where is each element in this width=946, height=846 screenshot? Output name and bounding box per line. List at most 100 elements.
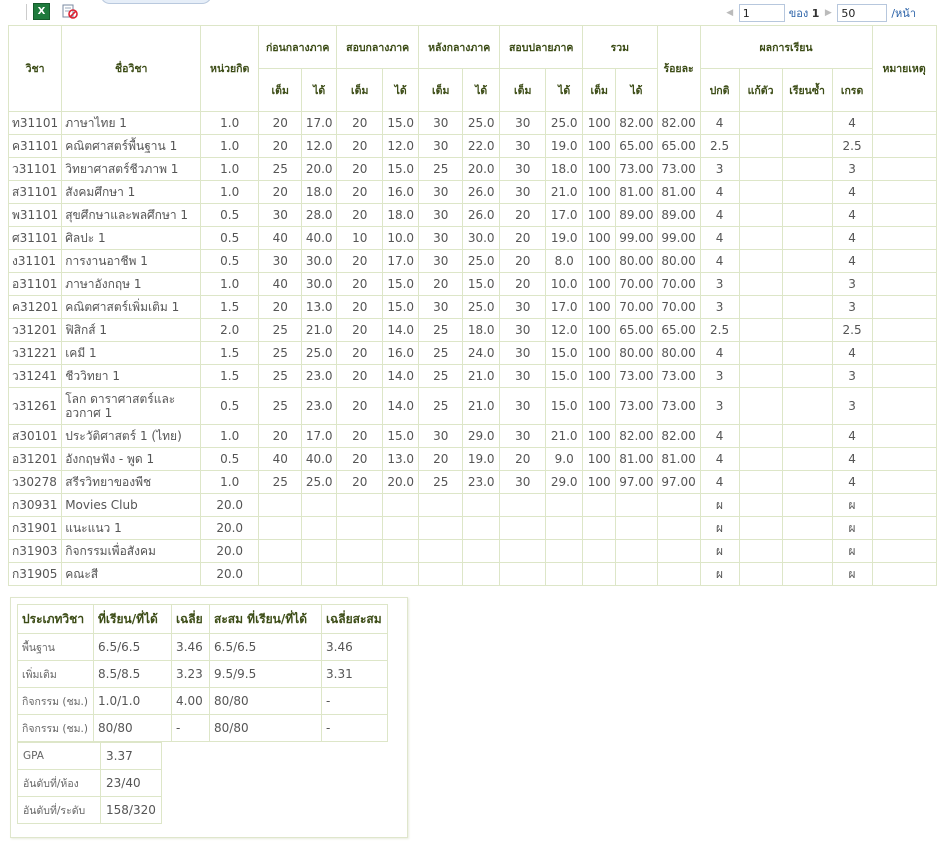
cell-credit: 1.0 — [200, 157, 260, 181]
sub-full: เต็ม — [499, 68, 547, 112]
cell-name: Movies Club — [61, 493, 202, 517]
cell-f4: 20 — [499, 249, 547, 273]
cell-g2: 14.0 — [382, 387, 420, 425]
cell-tf — [582, 539, 617, 563]
cell-grade: 4 — [831, 447, 873, 471]
summary-header: สะสม ที่เรียน/ที่ได้ — [209, 604, 322, 634]
cell-pct — [656, 516, 701, 540]
sub-full: เต็ม — [258, 68, 303, 112]
cell-normal: 3 — [699, 364, 740, 388]
page-of-label: ของ 1 — [788, 7, 820, 20]
cell-g1: 12.0 — [301, 134, 338, 158]
cell-grade: 4 — [831, 424, 873, 448]
page-size-input[interactable] — [837, 4, 888, 22]
cell-normal: ผ — [699, 493, 740, 517]
cell-grade: 4 — [831, 249, 873, 273]
sub-full: เต็ม — [336, 68, 384, 112]
cell-tf: 100 — [582, 341, 617, 365]
cell-g4: 21.0 — [545, 180, 584, 204]
summary-cell: พื้นฐาน — [17, 633, 94, 661]
cell-normal: 3 — [699, 157, 740, 181]
summary-cell: 3.46 — [321, 633, 388, 661]
cell-g4: 8.0 — [545, 249, 584, 273]
cell-remark — [871, 447, 937, 471]
cell-f1: 40 — [258, 226, 303, 250]
sub-normal: ปกติ — [699, 68, 740, 112]
tab-stub — [100, 0, 212, 4]
col-result: ผลการเรียน — [699, 25, 873, 69]
toolbar-separator — [26, 4, 27, 20]
cell-g2: 17.0 — [382, 249, 420, 273]
cell-grade: 4 — [831, 111, 873, 135]
summary-cell: 80/80 — [93, 714, 172, 742]
summary-header: เฉลี่ย — [171, 604, 210, 634]
gpa-row: อันดับที่/ระดับ 158/320 — [17, 796, 162, 824]
cell-tg: 82.00 — [615, 111, 658, 135]
prev-page-icon[interactable]: ◀ — [725, 8, 735, 18]
cell-f3: 25 — [418, 318, 464, 342]
cell-f4 — [499, 562, 547, 586]
cell-tf — [582, 493, 617, 517]
cell-credit: 20.0 — [200, 539, 260, 563]
sub-fixed: แก้ตัว — [738, 68, 783, 112]
summary-cell: - — [171, 714, 210, 742]
cell-f1: 20 — [258, 134, 303, 158]
cell-code: พ31101 — [7, 203, 63, 227]
cell-pct: 73.00 — [656, 364, 701, 388]
cell-grade: 3 — [831, 157, 873, 181]
summary-row: เพิ่มเติม 8.5/8.5 3.23 9.5/9.5 3.31 — [17, 660, 388, 688]
page-number-input[interactable] — [738, 4, 785, 22]
cell-g4 — [545, 516, 584, 540]
cell-pct: 89.00 — [656, 203, 701, 227]
per-page-label: /หน้า — [891, 7, 916, 20]
cell-tg: 89.00 — [615, 203, 658, 227]
cell-fix — [738, 539, 783, 563]
cell-g2 — [382, 539, 420, 563]
cell-f2: 20 — [336, 341, 384, 365]
table-row: ว31101 วิทยาศาสตร์ชีวภาพ 1 1.0 25 20.0 20 15.0… — [7, 157, 937, 181]
cell-tg: 65.00 — [615, 318, 658, 342]
gpa-table: GPA 3.37 อันดับที่/ห้อง 23/40 อันดับที่/ระดั… — [17, 742, 162, 824]
sub-grade: เกรด — [831, 68, 873, 112]
cell-credit: 20.0 — [200, 493, 260, 517]
cell-pct: 70.00 — [656, 295, 701, 319]
cell-tf: 100 — [582, 272, 617, 296]
cell-f1: 25 — [258, 318, 303, 342]
cell-f1 — [258, 516, 303, 540]
cell-f4: 30 — [499, 364, 547, 388]
excel-export-icon[interactable]: X — [33, 3, 50, 20]
cell-remark — [871, 226, 937, 250]
sub-full: เต็ม — [582, 68, 617, 112]
cell-normal: 4 — [699, 180, 740, 204]
cell-f3: 25 — [418, 387, 464, 425]
cell-rep — [781, 249, 833, 273]
sub-got: ได้ — [301, 68, 338, 112]
cell-f2: 20 — [336, 295, 384, 319]
cell-f4: 30 — [499, 180, 547, 204]
cell-code: อ31201 — [7, 447, 63, 471]
cell-fix — [738, 157, 783, 181]
cell-tf: 100 — [582, 203, 617, 227]
cell-f1: 20 — [258, 424, 303, 448]
cell-remark — [871, 387, 937, 425]
total-pages: 1 — [811, 7, 820, 20]
cell-rep — [781, 203, 833, 227]
table-row: อ31101 ภาษาอังกฤษ 1 1.0 40 30.0 20 15.0 20 15.0 2… — [7, 272, 937, 296]
cell-g1 — [301, 562, 338, 586]
cell-f1: 30 — [258, 203, 303, 227]
summary-cell: 4.00 — [171, 687, 210, 715]
cell-normal: ผ — [699, 562, 740, 586]
cell-tf: 100 — [582, 447, 617, 471]
summary-cell: 3.31 — [321, 660, 388, 688]
table-row: ส30101 ประวัติศาสตร์ 1 (ไทย) 1.0 20 17.0 20 15… — [7, 424, 937, 448]
cell-g3: 25.0 — [462, 249, 501, 273]
cell-g4: 25.0 — [545, 111, 584, 135]
cell-f2: 20 — [336, 318, 384, 342]
cell-g4: 21.0 — [545, 424, 584, 448]
col-code: วิชา — [7, 25, 63, 112]
no-print-icon[interactable] — [60, 3, 78, 19]
cell-grade: 3 — [831, 364, 873, 388]
cell-f4: 20 — [499, 447, 547, 471]
cell-g4 — [545, 539, 584, 563]
next-page-icon[interactable]: ▶ — [823, 8, 833, 18]
